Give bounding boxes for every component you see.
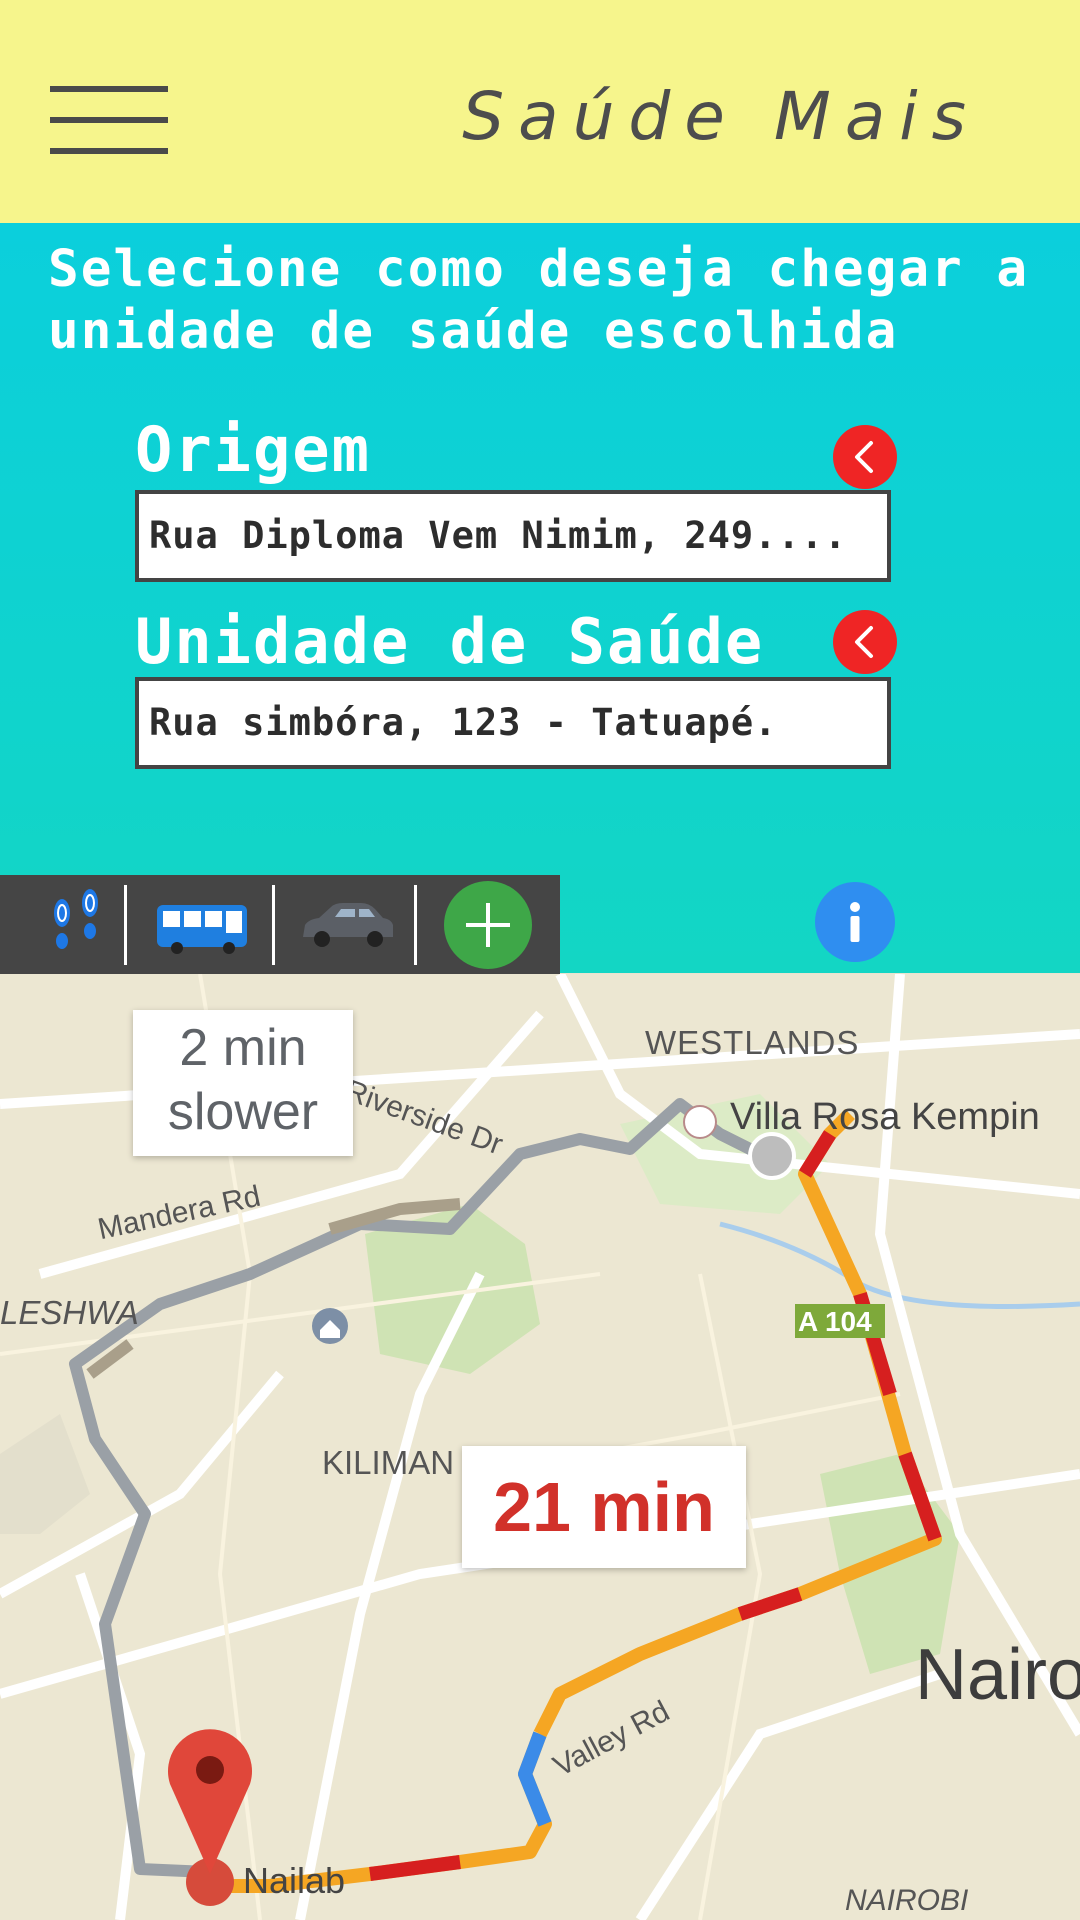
map-area-label: WESTLANDS xyxy=(645,1024,860,1061)
map-road-label: A 104 xyxy=(798,1306,872,1337)
map-area-label: NAIROBI xyxy=(845,1884,969,1917)
map-area-label: LESHWA xyxy=(0,1294,139,1331)
chevron-left-icon xyxy=(855,441,873,473)
instruction-text: Selecione como deseja chegar a unidade d… xyxy=(48,240,1030,361)
info-icon xyxy=(850,902,860,942)
route-map[interactable]: WESTLANDS LESHWA KILIMAN NAIROBI Nairo R… xyxy=(0,974,1080,1920)
map-poi-label: Villa Rosa Kempin xyxy=(730,1096,1040,1138)
info-button[interactable] xyxy=(815,882,895,962)
origin-input[interactable]: Rua Diploma Vem Nimim, 249.... xyxy=(135,490,891,582)
add-mode-button[interactable] xyxy=(440,875,540,974)
app-root: Saúde Mais Selecione como deseja chegar … xyxy=(0,0,1080,1920)
callout-line: slower xyxy=(167,1083,319,1141)
destination-input[interactable]: Rua simbóra, 123 - Tatuapé. xyxy=(135,677,891,769)
main-route-callout[interactable]: 21 min xyxy=(462,1446,746,1568)
chevron-left-icon xyxy=(855,626,873,658)
app-header: Saúde Mais xyxy=(0,0,1080,223)
transport-mode-toolbar xyxy=(0,875,560,974)
alternate-route-callout[interactable]: 2 min slower xyxy=(133,1010,353,1156)
route-form-panel: Selecione como deseja chegar a unidade d… xyxy=(0,223,1080,973)
walking-footprints-icon xyxy=(54,889,98,949)
map-area-label: KILIMAN xyxy=(322,1444,455,1481)
car-icon xyxy=(303,903,393,947)
map-city-label: Nairo xyxy=(915,1635,1080,1715)
callout-line: 2 min xyxy=(179,1019,307,1077)
bus-icon xyxy=(157,905,247,954)
walk-mode-button[interactable] xyxy=(0,875,125,974)
hamburger-menu-icon[interactable] xyxy=(50,86,168,154)
destination-clear-button[interactable] xyxy=(833,610,897,674)
add-plus-icon xyxy=(444,881,532,969)
app-title: Saúde Mais xyxy=(462,78,980,155)
car-mode-button[interactable] xyxy=(275,875,414,974)
origin-label: Origem xyxy=(135,413,371,486)
bus-mode-button[interactable] xyxy=(127,875,272,974)
destination-label: Unidade de Saúde xyxy=(135,605,765,678)
map-poi-label: Nailab xyxy=(243,1860,346,1901)
origin-clear-button[interactable] xyxy=(833,425,897,489)
